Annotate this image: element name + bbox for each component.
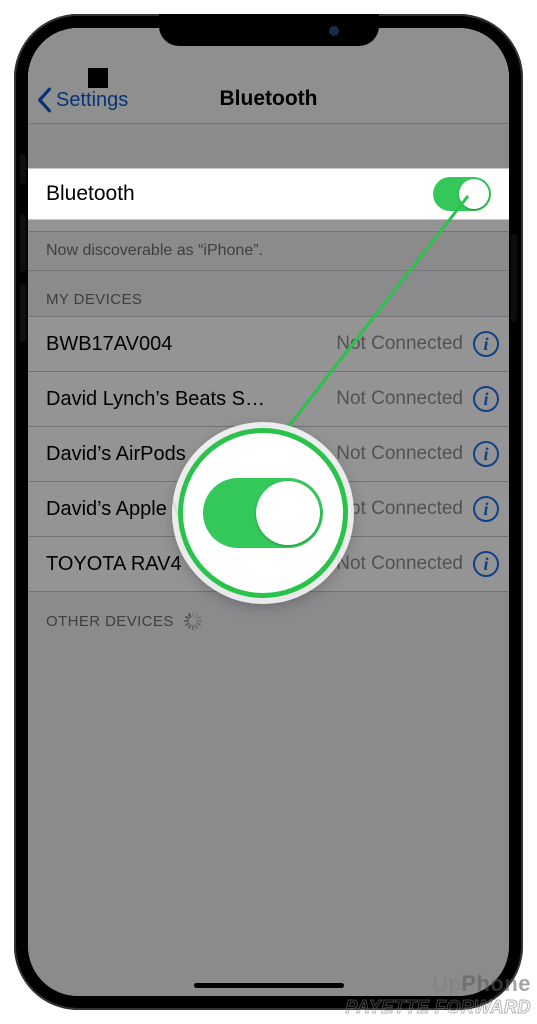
info-icon[interactable]: i <box>473 551 499 577</box>
info-icon[interactable]: i <box>473 386 499 412</box>
device-name: TOYOTA RAV4 <box>46 553 182 576</box>
status-indicator-icon <box>88 68 108 88</box>
phone-frame: Settings Bluetooth Bluetooth Now discove… <box>14 14 523 1010</box>
device-name: David Lynch’s Beats S… <box>46 388 265 411</box>
callout-magnified-toggle <box>178 428 348 598</box>
device-status: Not Connected <box>336 498 463 520</box>
bluetooth-toggle[interactable] <box>433 177 491 211</box>
home-indicator[interactable] <box>194 983 344 988</box>
power-button[interactable] <box>511 234 517 322</box>
phone-screen: Settings Bluetooth Bluetooth Now discove… <box>28 28 509 996</box>
other-devices-label: OTHER DEVICES <box>46 613 174 630</box>
notch <box>159 14 379 46</box>
device-status: Not Connected <box>336 333 463 355</box>
page-title: Bluetooth <box>28 87 509 111</box>
device-status: Not Connected <box>336 443 463 465</box>
device-row[interactable]: David Lynch’s Beats S… Not Connected i <box>28 372 509 427</box>
device-status: Not Connected <box>336 388 463 410</box>
bluetooth-toggle-row-highlight[interactable]: Bluetooth <box>28 168 509 220</box>
bluetooth-label: Bluetooth <box>46 182 135 206</box>
volume-up-button[interactable] <box>20 214 26 272</box>
device-row[interactable]: BWB17AV004 Not Connected i <box>28 316 509 372</box>
device-status: Not Connected <box>336 553 463 575</box>
volume-down-button[interactable] <box>20 284 26 342</box>
toggle-on-icon <box>203 478 323 548</box>
discoverable-text: Now discoverable as “iPhone”. <box>28 232 509 271</box>
other-devices-header: OTHER DEVICES <box>28 592 509 638</box>
device-name: BWB17AV004 <box>46 333 172 356</box>
info-icon[interactable]: i <box>473 496 499 522</box>
info-icon[interactable]: i <box>473 441 499 467</box>
info-icon[interactable]: i <box>473 331 499 357</box>
device-name: David’s AirPods <box>46 443 186 466</box>
mute-switch[interactable] <box>20 154 26 184</box>
spinner-icon <box>184 612 202 630</box>
my-devices-header: MY DEVICES <box>28 271 509 316</box>
